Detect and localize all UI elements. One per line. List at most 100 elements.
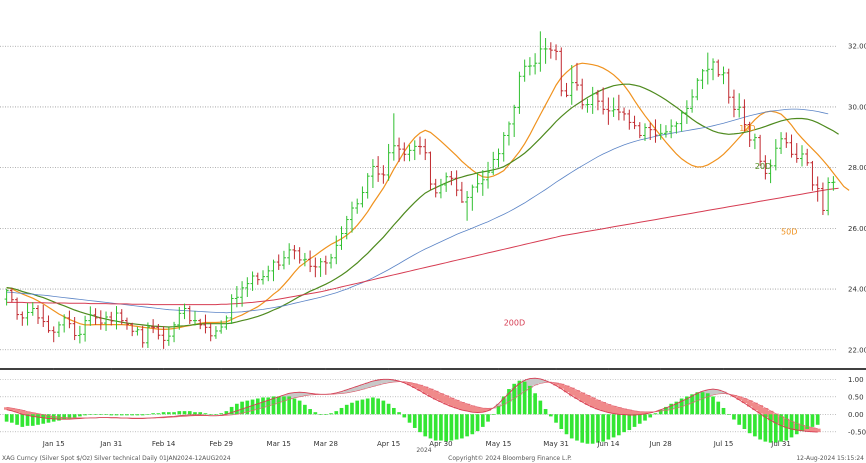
oscillator-histogram-bar (700, 392, 705, 415)
oscillator-histogram-bar (627, 414, 632, 431)
ohlc-bar (752, 133, 757, 150)
oscillator-histogram-bar (407, 414, 412, 423)
oscillator-histogram-bar (402, 414, 407, 418)
ohlc-bar (334, 235, 339, 265)
oscillator-histogram-bar (601, 414, 605, 442)
oscillator-histogram-bar (10, 414, 14, 423)
oscillator-band (469, 405, 476, 413)
oscillator-histogram-bar (648, 414, 653, 418)
ohlc-bar (449, 170, 454, 186)
ohlc-bar (684, 100, 689, 124)
ohlc-bar (323, 255, 328, 275)
time-tick-label: Jan 31 (99, 440, 122, 448)
oscillator-histogram-bar (444, 414, 448, 442)
oscillator-panel (0, 377, 836, 444)
oscillator-histogram-bar (569, 414, 574, 439)
time-tick-label: May 31 (543, 440, 569, 448)
ohlc-bar (381, 165, 386, 184)
oscillator-histogram-bar (711, 396, 715, 415)
ohlc-bar (370, 159, 375, 188)
oscillator-histogram-bar (486, 414, 490, 422)
oscillator-histogram-bar (20, 414, 25, 427)
oscillator-histogram-bar (282, 396, 286, 415)
oscillator-histogram-bar (522, 381, 527, 415)
ohlc-bar (574, 62, 579, 91)
oscillator-tick-label: 0.50 (848, 393, 864, 401)
ohlc-bar (114, 306, 119, 330)
ohlc-bar (606, 97, 611, 125)
ohlc-bar (391, 113, 396, 161)
ohlc-bar (480, 170, 485, 196)
ohlc-bar (77, 325, 82, 344)
time-tick-label: Apr 30 (429, 440, 452, 448)
ohlc-bar (543, 38, 548, 64)
oscillator-histogram-bar (308, 409, 312, 415)
oscillator-histogram-bar (146, 414, 150, 415)
ohlc-bar (705, 52, 710, 85)
oscillator-histogram-bar (214, 414, 218, 415)
ohlc-bar (491, 151, 496, 175)
ohlc-bar (784, 132, 789, 148)
oscillator-histogram-bar (554, 414, 558, 423)
oscillator-histogram-bar (371, 397, 375, 415)
oscillator-histogram-bar (93, 414, 98, 415)
oscillator-histogram-bar (617, 414, 621, 436)
ohlc-bar (172, 321, 177, 343)
oscillator-histogram-bar (72, 414, 77, 418)
ohlc-bar (308, 250, 313, 273)
oscillator-histogram-bar (125, 414, 129, 416)
ohlc-bar (569, 65, 574, 105)
oscillator-histogram-bar (62, 414, 67, 420)
oscillator-histogram-bar (815, 414, 820, 425)
ohlc-bar (454, 170, 459, 197)
ohlc-bar (789, 134, 794, 158)
ohlc-bars (4, 31, 836, 349)
time-axis: Jan 15 Jan 31 Feb 14 Feb 29 Mar 15 Mar 28 Apr … (42, 368, 791, 448)
oscillator-histogram-bar (355, 400, 360, 415)
ohlc-bar (669, 119, 674, 139)
ohlc-bar (527, 57, 532, 76)
oscillator-histogram-bar (15, 414, 19, 425)
oscillator-histogram-bar (219, 413, 223, 415)
oscillator-histogram-bar (418, 414, 422, 433)
year-label: 2024 (416, 447, 431, 454)
oscillator-histogram-bar (376, 398, 380, 415)
oscillator-histogram-bar (590, 414, 595, 444)
ohlc-bar (145, 322, 150, 348)
oscillator-histogram-bar (559, 414, 564, 429)
ohlc-bar (213, 326, 218, 339)
ohlc-bar (104, 311, 109, 331)
oscillator-histogram-bar (528, 385, 532, 415)
ohlc-bar (533, 53, 538, 75)
ohlc-bar (318, 258, 323, 277)
ohlc-bar (365, 173, 370, 199)
ohlc-bar (585, 98, 590, 113)
oscillator-histogram-bar (51, 414, 56, 422)
oscillator-histogram-bar (114, 414, 119, 416)
ohlc-bar (276, 254, 281, 270)
moving-average-label-50d: 50D (781, 227, 797, 236)
oscillator-tick-label: -0.50 (848, 428, 866, 436)
oscillator-histogram-bar (637, 414, 642, 424)
ohlc-bar (731, 89, 736, 118)
ohlc-bar (192, 310, 197, 326)
oscillator-histogram-bar (334, 411, 339, 415)
moving-average-label-200d: 200D (504, 319, 525, 328)
ohlc-bar (407, 144, 412, 162)
oscillator-histogram-bar (166, 412, 171, 415)
oscillator-tick-label: 0.00 (848, 411, 864, 419)
oscillator-histogram-bar (386, 403, 391, 415)
ohlc-bar (412, 140, 417, 161)
oscillator-histogram-bar (397, 412, 401, 415)
oscillator-histogram-bar (800, 414, 804, 432)
oscillator-histogram-bar (344, 404, 349, 415)
ohlc-bar (287, 243, 292, 265)
oscillator-histogram-bar (313, 412, 318, 415)
ohlc-bar (501, 132, 506, 162)
ohlc-bar (496, 148, 501, 168)
time-tick-label: Feb 29 (209, 440, 233, 448)
oscillator-histogram-bar (742, 414, 747, 429)
ohlc-bar (208, 323, 213, 342)
oscillator-band (454, 399, 460, 409)
oscillator-histogram-bar (198, 412, 203, 415)
